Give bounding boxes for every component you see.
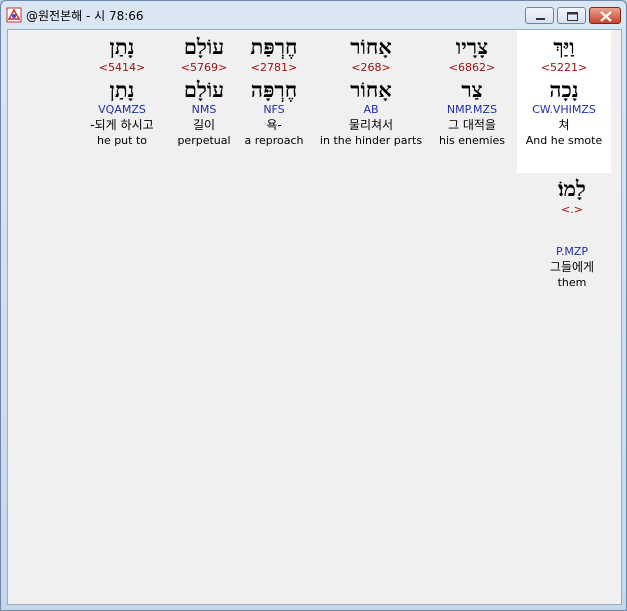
close-button[interactable] [589,7,621,24]
hebrew-word: צָרָיו [455,34,489,59]
korean-gloss: 그들에게 [549,260,595,274]
english-gloss: And he smote [525,134,603,147]
hebrew-word: לָמוֹ׃ [558,176,586,201]
korean-gloss: -되게 하시고 [90,118,154,132]
english-gloss: his enemies [438,134,506,147]
english-gloss: them [557,276,587,289]
korean-gloss: 욕- [266,118,282,132]
word-column[interactable]: אָחוֹר <268> אָחוֹר AB 물리쳐서 in the hinde… [311,34,431,148]
hebrew-word: וַיַּךְ [553,34,575,59]
word-column[interactable]: נָתַן <5414> נָתַן VQAMZS -되게 하시고 he put… [74,34,170,148]
app-window: @원전본해 - 시 78:66 וַיַּךְ <5221> נָכָה CW.… [0,0,627,611]
english-gloss: in the hinder parts [319,134,423,147]
strong-number[interactable]: <5769> [168,61,240,74]
interlinear-view[interactable]: וַיַּךְ <5221> נָכָה CW.VHIMZS 쳐 And he … [7,29,622,605]
parsing-code: CW.VHIMZS [532,103,596,116]
english-gloss: perpetual [177,134,231,147]
english-gloss: a reproach [244,134,304,147]
hebrew-lemma: צַר [461,77,483,102]
app-icon [6,7,22,23]
hebrew-lemma: אָחוֹר [350,77,392,102]
parsing-code: VQAMZS [98,103,146,116]
word-column[interactable]: חֶרְפַּת <2781> חֶרְפָּה NFS 욕- a reproa… [236,34,312,148]
strong-number[interactable]: <5221> [517,61,611,74]
hebrew-word: נָתַן [109,34,135,59]
korean-gloss: 길이 [192,118,216,132]
minimize-button[interactable] [525,7,554,24]
close-icon [600,11,612,22]
strong-number[interactable]: <5414> [74,61,170,74]
hebrew-lemma [522,219,622,245]
english-gloss: he put to [96,134,148,147]
word-column[interactable]: עוֹלָם <5769> עוֹלָם NMS 길이 perpetual [168,34,240,148]
korean-gloss: 그 대적을 [448,118,496,132]
hebrew-lemma: עוֹלָם [183,77,225,102]
korean-gloss: 쳐 [558,118,570,132]
hebrew-word: אָחוֹר [350,34,392,59]
hebrew-word: חֶרְפַּת [250,34,298,59]
parsing-code: NFS [263,103,285,116]
hebrew-lemma: נָתַן [109,77,135,102]
strong-number[interactable]: <6862> [422,61,522,74]
maximize-icon [567,12,578,21]
strong-number[interactable]: <.> [522,203,622,216]
word-column[interactable]: צָרָיו <6862> צַר NMP.MZS 그 대적을 his enem… [422,34,522,148]
window-title: @원전본해 - 시 78:66 [26,9,144,23]
parsing-code: AB [363,103,379,116]
hebrew-lemma: נָכָה [549,77,579,102]
strong-number[interactable]: <268> [311,61,431,74]
parsing-code: P.MZP [555,245,589,258]
minimize-icon [536,18,545,20]
title-bar[interactable]: @원전본해 - 시 78:66 [1,1,626,29]
parsing-code: NMS [191,103,217,116]
word-column[interactable]: וַיַּךְ <5221> נָכָה CW.VHIMZS 쳐 And he … [517,34,611,148]
parsing-code: NMP.MZS [446,103,498,116]
maximize-button[interactable] [557,7,586,24]
word-column[interactable]: לָמוֹ׃ <.> P.MZP 그들에게 them [522,176,622,290]
korean-gloss: 물리쳐서 [348,118,394,132]
hebrew-lemma: חֶרְפָּה [250,77,298,102]
hebrew-word: עוֹלָם [183,34,225,59]
strong-number[interactable]: <2781> [236,61,312,74]
